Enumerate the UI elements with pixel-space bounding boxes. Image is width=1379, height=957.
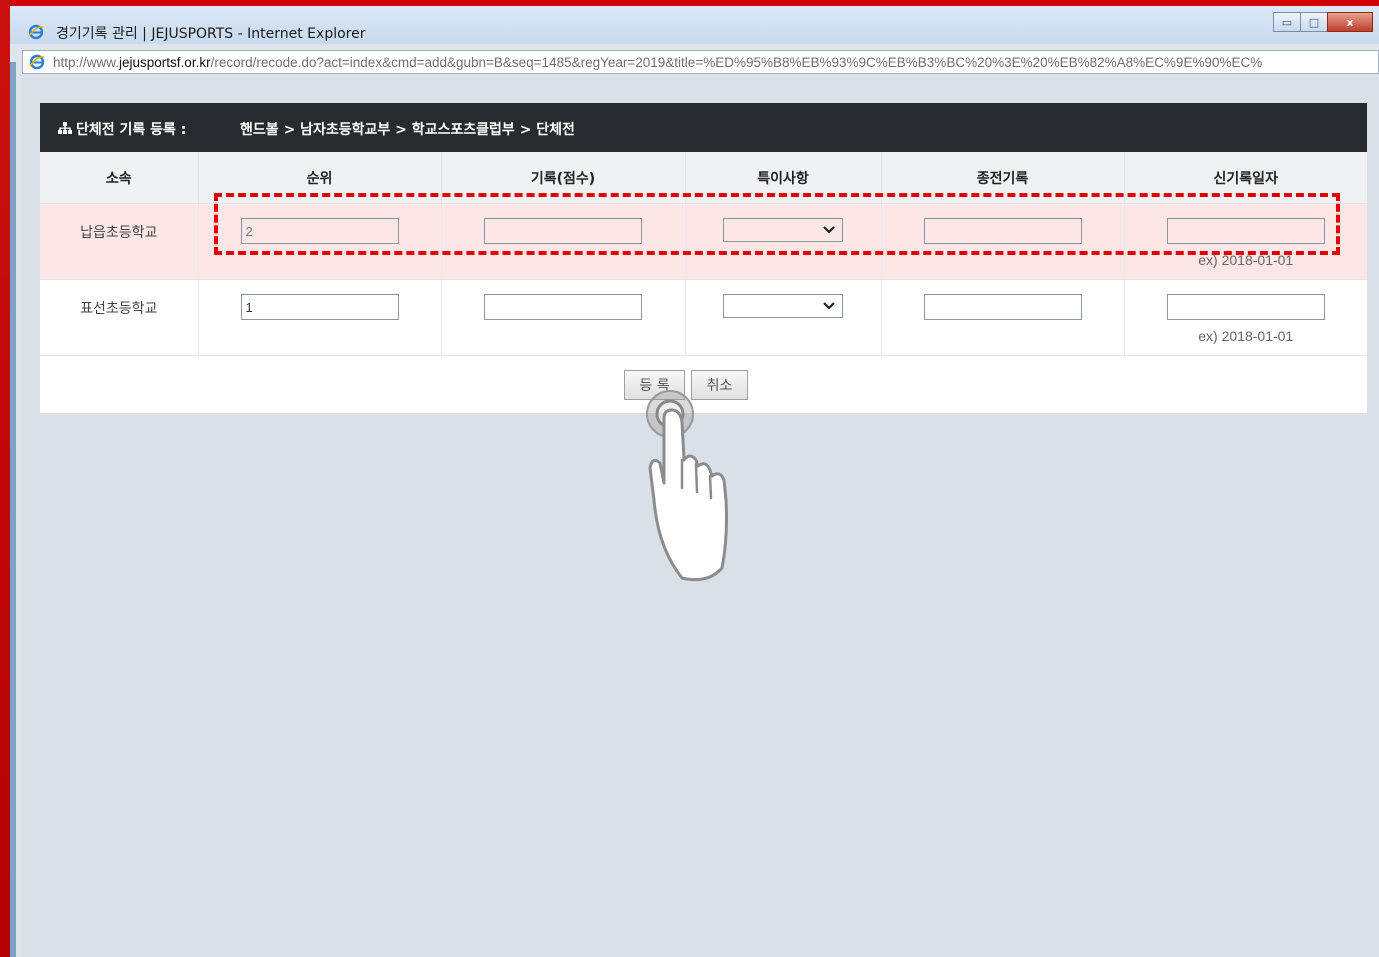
header-rank: 순위: [198, 152, 442, 204]
header-affiliation: 소속: [40, 152, 199, 204]
sitemap-icon: [58, 122, 72, 134]
header-score: 기록(점수): [441, 152, 686, 204]
chevron-down-icon: [823, 302, 835, 310]
rank-input[interactable]: 1: [240, 294, 399, 320]
url-prefix: http://www.: [53, 55, 120, 70]
date-input[interactable]: [1166, 294, 1325, 320]
table-row: 납읍초등학교 2 ex) 2018-01-01: [40, 203, 1367, 280]
record-table-wrap: 소속 순위 기록(점수) 특이사항 종전기록 신기록일자 납읍초등학교 2 ex…: [40, 152, 1367, 413]
header-new-record-date: 신기록일자: [1124, 152, 1367, 204]
school-name: 납읍초등학교: [80, 225, 158, 241]
note-select[interactable]: [723, 294, 843, 318]
maximize-button[interactable]: □: [1300, 12, 1328, 32]
url-text: http://www.jejusportsf.or.kr/record/reco…: [53, 55, 1262, 70]
panel-header: 단체전 기록 등록 : 핸드볼 > 남자초등학교부 > 학교스포츠클럽부 > 단…: [40, 103, 1367, 152]
date-hint: ex) 2018-01-01: [1198, 252, 1294, 268]
url-path: /record/recode.do?act=index&cmd=add&gubn…: [210, 55, 1263, 70]
school-name: 표선초등학교: [80, 301, 158, 317]
record-table: 소속 순위 기록(점수) 특이사항 종전기록 신기록일자 납읍초등학교 2 ex…: [40, 152, 1367, 356]
score-input[interactable]: [484, 218, 642, 244]
date-cell: ex) 2018-01-01: [1124, 279, 1367, 356]
table-header-row: 소속 순위 기록(점수) 특이사항 종전기록 신기록일자: [40, 152, 1367, 204]
school-cell: 표선초등학교: [40, 279, 199, 356]
school-cell: 납읍초등학교: [40, 203, 199, 280]
rank-cell: 2: [198, 203, 442, 280]
rank-cell: 1: [198, 279, 442, 356]
ie-icon: [29, 54, 45, 70]
prev-record-cell: [881, 203, 1125, 280]
ie-icon: [28, 24, 44, 40]
window-frame-left: [0, 0, 10, 957]
note-select[interactable]: [723, 218, 843, 242]
breadcrumb: 핸드볼 > 남자초등학교부 > 학교스포츠클럽부 > 단체전: [240, 122, 575, 138]
minimize-button[interactable]: ▭: [1273, 12, 1301, 32]
prev-record-input[interactable]: [923, 294, 1082, 320]
url-domain: jejusportsf.or.kr: [119, 55, 211, 70]
score-cell: [441, 203, 686, 280]
window-controls: ▭ □ x: [1273, 12, 1373, 32]
window-title: 경기기록 관리 | JEJUSPORTS - Internet Explorer: [56, 26, 366, 42]
title-bar[interactable]: 경기기록 관리 | JEJUSPORTS - Internet Explorer…: [10, 6, 1379, 44]
date-cell: ex) 2018-01-01: [1124, 203, 1367, 280]
panel-title: 단체전 기록 등록 :: [76, 122, 187, 138]
address-bar[interactable]: http://www.jejusportsf.or.kr/record/reco…: [22, 50, 1379, 74]
note-cell: [685, 279, 882, 356]
score-cell: [441, 279, 686, 356]
table-row: 표선초등학교 1 ex) 2018-01-01: [40, 279, 1367, 356]
note-cell: [685, 203, 882, 280]
hand-pointer-icon: [646, 390, 728, 582]
prev-record-input[interactable]: [923, 218, 1082, 244]
chevron-down-icon: [823, 226, 835, 234]
window-frame-inner: [10, 62, 16, 957]
header-note: 특이사항: [685, 152, 882, 204]
prev-record-cell: [881, 279, 1125, 356]
date-input[interactable]: [1166, 218, 1325, 244]
header-prev-record: 종전기록: [881, 152, 1125, 204]
close-button[interactable]: x: [1327, 12, 1373, 32]
date-hint: ex) 2018-01-01: [1198, 328, 1294, 344]
score-input[interactable]: [484, 294, 642, 320]
rank-input[interactable]: 2: [240, 218, 399, 244]
